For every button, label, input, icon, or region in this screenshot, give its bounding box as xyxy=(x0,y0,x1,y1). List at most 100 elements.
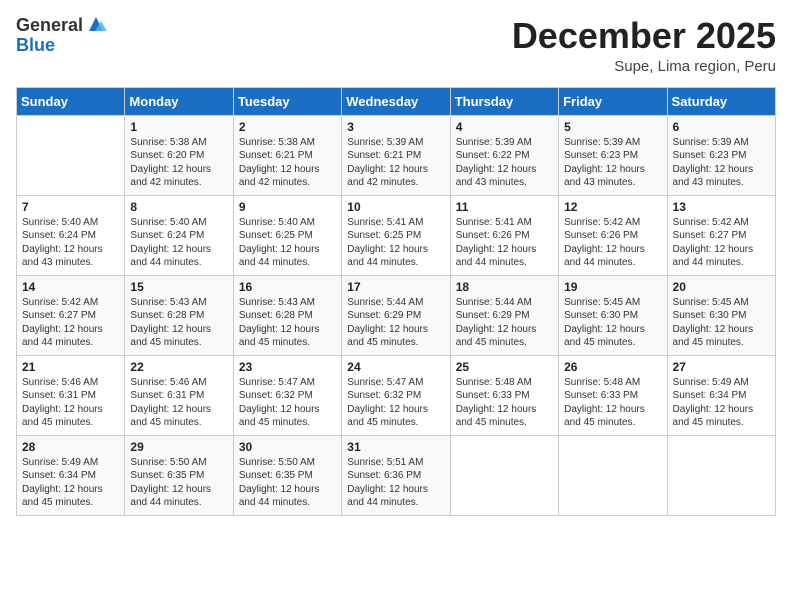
calendar-cell: 15 Sunrise: 5:43 AMSunset: 6:28 PMDayligh… xyxy=(125,275,233,355)
day-number: 18 xyxy=(456,280,553,294)
calendar-cell xyxy=(559,435,667,515)
day-number: 22 xyxy=(130,360,227,374)
logo-icon xyxy=(85,13,107,35)
calendar-cell: 11Sunrise: 5:41 AMSunset: 6:26 PMDayligh… xyxy=(450,195,558,275)
calendar-cell xyxy=(17,115,125,195)
calendar-cell: 10Sunrise: 5:41 AMSunset: 6:25 PMDayligh… xyxy=(342,195,450,275)
calendar-cell: 23 Sunrise: 5:47 AMSunset: 6:32 PMDayligh… xyxy=(233,355,341,435)
day-number: 8 xyxy=(130,200,227,214)
calendar-cell: 14 Sunrise: 5:42 AMSunset: 6:27 PMDayligh… xyxy=(17,275,125,355)
day-info: Sunrise: 5:50 AMSunset: 6:35 PMDaylight:… xyxy=(239,456,336,510)
calendar-cell: 18 Sunrise: 5:44 AMSunset: 6:29 PMDayligh… xyxy=(450,275,558,355)
calendar-cell: 30 Sunrise: 5:50 AMSunset: 6:35 PMDayligh… xyxy=(233,435,341,515)
day-info: Sunrise: 5:39 AMSunset: 6:23 PMDaylight:… xyxy=(564,136,661,190)
calendar-header-friday: Friday xyxy=(559,87,667,115)
day-info: Sunrise: 5:49 AMSunset: 6:34 PMDaylight:… xyxy=(22,456,119,510)
day-number: 19 xyxy=(564,280,661,294)
day-info: Sunrise: 5:50 AMSunset: 6:35 PMDaylight:… xyxy=(130,456,227,510)
day-number: 14 xyxy=(22,280,119,294)
calendar-week-row: 1 Sunrise: 5:38 AMSunset: 6:20 PMDaylight… xyxy=(17,115,776,195)
calendar-cell: 24 Sunrise: 5:47 AMSunset: 6:32 PMDayligh… xyxy=(342,355,450,435)
calendar-cell xyxy=(667,435,775,515)
day-info: Sunrise: 5:45 AMSunset: 6:30 PMDaylight:… xyxy=(564,296,661,350)
day-info: Sunrise: 5:47 AMSunset: 6:32 PMDaylight:… xyxy=(347,376,444,430)
calendar-cell xyxy=(450,435,558,515)
day-info: Sunrise: 5:38 AMSunset: 6:20 PMDaylight:… xyxy=(130,136,227,190)
day-info: Sunrise: 5:51 AMSunset: 6:36 PMDaylight:… xyxy=(347,456,444,510)
calendar-cell: 19 Sunrise: 5:45 AMSunset: 6:30 PMDayligh… xyxy=(559,275,667,355)
day-info: Sunrise: 5:42 AMSunset: 6:27 PMDaylight:… xyxy=(22,296,119,350)
day-number: 2 xyxy=(239,120,336,134)
calendar-cell: 1 Sunrise: 5:38 AMSunset: 6:20 PMDaylight… xyxy=(125,115,233,195)
day-number: 9 xyxy=(239,200,336,214)
day-number: 29 xyxy=(130,440,227,454)
calendar-cell: 26 Sunrise: 5:48 AMSunset: 6:33 PMDayligh… xyxy=(559,355,667,435)
day-number: 31 xyxy=(347,440,444,454)
calendar-cell: 6 Sunrise: 5:39 AMSunset: 6:23 PMDaylight… xyxy=(667,115,775,195)
day-number: 30 xyxy=(239,440,336,454)
calendar-header-wednesday: Wednesday xyxy=(342,87,450,115)
day-number: 27 xyxy=(673,360,770,374)
day-number: 23 xyxy=(239,360,336,374)
day-number: 15 xyxy=(130,280,227,294)
day-info: Sunrise: 5:48 AMSunset: 6:33 PMDaylight:… xyxy=(456,376,553,430)
day-info: Sunrise: 5:39 AMSunset: 6:23 PMDaylight:… xyxy=(673,136,770,190)
day-info: Sunrise: 5:44 AMSunset: 6:29 PMDaylight:… xyxy=(456,296,553,350)
day-info: Sunrise: 5:38 AMSunset: 6:21 PMDaylight:… xyxy=(239,136,336,190)
calendar-cell: 13 Sunrise: 5:42 AMSunset: 6:27 PMDayligh… xyxy=(667,195,775,275)
day-info: Sunrise: 5:43 AMSunset: 6:28 PMDaylight:… xyxy=(239,296,336,350)
calendar-cell: 2 Sunrise: 5:38 AMSunset: 6:21 PMDaylight… xyxy=(233,115,341,195)
calendar-cell: 31 Sunrise: 5:51 AMSunset: 6:36 PMDayligh… xyxy=(342,435,450,515)
calendar-cell: 27Sunrise: 5:49 AMSunset: 6:34 PMDayligh… xyxy=(667,355,775,435)
calendar-cell: 12 Sunrise: 5:42 AMSunset: 6:26 PMDayligh… xyxy=(559,195,667,275)
calendar-week-row: 7 Sunrise: 5:40 AMSunset: 6:24 PMDaylight… xyxy=(17,195,776,275)
day-info: Sunrise: 5:41 AMSunset: 6:26 PMDaylight:… xyxy=(456,216,553,270)
calendar-cell: 4Sunrise: 5:39 AMSunset: 6:22 PMDaylight… xyxy=(450,115,558,195)
calendar-header-row: SundayMondayTuesdayWednesdayThursdayFrid… xyxy=(17,87,776,115)
day-info: Sunrise: 5:43 AMSunset: 6:28 PMDaylight:… xyxy=(130,296,227,350)
calendar-cell: 16 Sunrise: 5:43 AMSunset: 6:28 PMDayligh… xyxy=(233,275,341,355)
day-number: 6 xyxy=(673,120,770,134)
day-number: 12 xyxy=(564,200,661,214)
day-info: Sunrise: 5:39 AMSunset: 6:21 PMDaylight:… xyxy=(347,136,444,190)
calendar-cell: 5 Sunrise: 5:39 AMSunset: 6:23 PMDaylight… xyxy=(559,115,667,195)
day-info: Sunrise: 5:40 AMSunset: 6:24 PMDaylight:… xyxy=(130,216,227,270)
day-info: Sunrise: 5:40 AMSunset: 6:24 PMDaylight:… xyxy=(22,216,119,270)
logo-general: General xyxy=(16,16,83,36)
calendar-header-tuesday: Tuesday xyxy=(233,87,341,115)
day-info: Sunrise: 5:39 AMSunset: 6:22 PMDaylight:… xyxy=(456,136,553,190)
day-number: 26 xyxy=(564,360,661,374)
calendar-cell: 20 Sunrise: 5:45 AMSunset: 6:30 PMDayligh… xyxy=(667,275,775,355)
day-number: 16 xyxy=(239,280,336,294)
day-info: Sunrise: 5:42 AMSunset: 6:27 PMDaylight:… xyxy=(673,216,770,270)
day-info: Sunrise: 5:45 AMSunset: 6:30 PMDaylight:… xyxy=(673,296,770,350)
day-number: 10 xyxy=(347,200,444,214)
calendar-cell: 21Sunrise: 5:46 AMSunset: 6:31 PMDayligh… xyxy=(17,355,125,435)
calendar-cell: 17Sunrise: 5:44 AMSunset: 6:29 PMDayligh… xyxy=(342,275,450,355)
day-number: 28 xyxy=(22,440,119,454)
logo-blue: Blue xyxy=(16,35,55,55)
calendar-week-row: 28 Sunrise: 5:49 AMSunset: 6:34 PMDayligh… xyxy=(17,435,776,515)
day-number: 24 xyxy=(347,360,444,374)
day-number: 20 xyxy=(673,280,770,294)
day-number: 7 xyxy=(22,200,119,214)
title-block: December 2025 Supe, Lima region, Peru xyxy=(512,16,776,75)
day-info: Sunrise: 5:46 AMSunset: 6:31 PMDaylight:… xyxy=(22,376,119,430)
calendar-week-row: 14 Sunrise: 5:42 AMSunset: 6:27 PMDayligh… xyxy=(17,275,776,355)
calendar-header-saturday: Saturday xyxy=(667,87,775,115)
day-number: 1 xyxy=(130,120,227,134)
day-info: Sunrise: 5:47 AMSunset: 6:32 PMDaylight:… xyxy=(239,376,336,430)
calendar-cell: 25 Sunrise: 5:48 AMSunset: 6:33 PMDayligh… xyxy=(450,355,558,435)
subtitle: Supe, Lima region, Peru xyxy=(512,58,776,75)
logo: General Blue xyxy=(16,16,107,56)
day-number: 5 xyxy=(564,120,661,134)
month-title: December 2025 xyxy=(512,16,776,56)
day-number: 25 xyxy=(456,360,553,374)
day-info: Sunrise: 5:42 AMSunset: 6:26 PMDaylight:… xyxy=(564,216,661,270)
day-number: 13 xyxy=(673,200,770,214)
day-info: Sunrise: 5:46 AMSunset: 6:31 PMDaylight:… xyxy=(130,376,227,430)
day-info: Sunrise: 5:48 AMSunset: 6:33 PMDaylight:… xyxy=(564,376,661,430)
calendar-cell: 22 Sunrise: 5:46 AMSunset: 6:31 PMDayligh… xyxy=(125,355,233,435)
day-info: Sunrise: 5:40 AMSunset: 6:25 PMDaylight:… xyxy=(239,216,336,270)
calendar-cell: 8 Sunrise: 5:40 AMSunset: 6:24 PMDaylight… xyxy=(125,195,233,275)
